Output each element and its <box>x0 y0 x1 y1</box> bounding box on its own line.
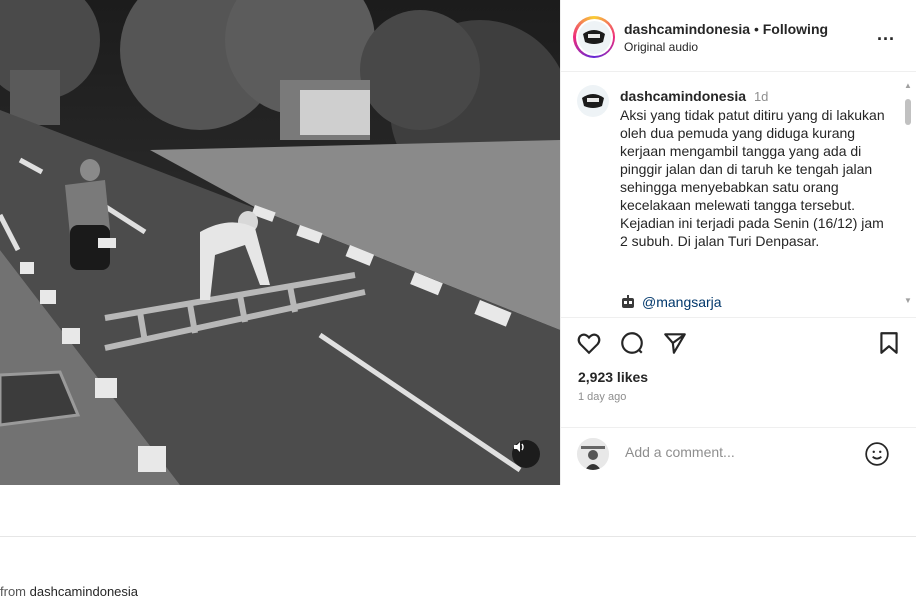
page-divider <box>0 536 916 537</box>
from-prefix: from <box>0 584 26 599</box>
likes-count[interactable]: 2,923 likes <box>578 369 648 385</box>
post-time: 1 day ago <box>578 391 627 403</box>
post-panel: dashcamindonesia • Following Original au… <box>560 0 916 485</box>
dashcam-logo-icon <box>582 94 604 108</box>
source-attribution: from dashcamindonesia <box>0 584 138 599</box>
scroll-thumb[interactable] <box>905 99 911 125</box>
header-separator: • <box>753 21 759 37</box>
scroll-up-arrow-icon[interactable]: ▲ <box>904 81 912 90</box>
caption-section: dashcamindonesia 1d Aksi yang tidak patu… <box>561 73 916 316</box>
video-frame <box>0 0 560 485</box>
story-ring[interactable] <box>573 16 615 58</box>
mention-link[interactable]: @mangsarja <box>642 294 722 310</box>
comment-icon[interactable] <box>619 330 645 356</box>
mute-button[interactable] <box>512 440 540 468</box>
dashcam-logo-icon <box>583 30 605 44</box>
post-header: dashcamindonesia • Following Original au… <box>561 0 916 72</box>
comment-box: Add a comment... <box>561 427 916 485</box>
speaker-icon <box>514 442 524 452</box>
heart-icon[interactable] <box>576 330 602 356</box>
caption-scrollbar[interactable]: ▲ ▼ <box>903 81 913 305</box>
caption-body: Aksi yang tidak patut ditiru yang di lak… <box>620 107 885 249</box>
header-username-text[interactable]: dashcamindonesia <box>624 21 750 37</box>
robot-icon <box>622 295 634 308</box>
emoji-icon[interactable] <box>864 441 890 467</box>
action-bar: 2,923 likes 1 day ago <box>561 317 916 437</box>
video-player[interactable] <box>0 0 560 485</box>
avatar <box>577 20 611 54</box>
from-username[interactable]: dashcamindonesia <box>30 584 138 599</box>
more-options-button[interactable]: ... <box>877 24 895 45</box>
mention-row[interactable]: @mangsarja <box>620 294 722 310</box>
original-audio-link[interactable]: Original audio <box>624 40 698 54</box>
caption-username[interactable]: dashcamindonesia <box>620 88 746 104</box>
bookmark-icon[interactable] <box>876 330 902 356</box>
follow-status[interactable]: Following <box>763 21 828 37</box>
send-icon[interactable] <box>662 330 688 356</box>
caption-text-block: dashcamindonesia 1d Aksi yang tidak patu… <box>620 87 892 250</box>
user-avatar-image <box>577 438 609 470</box>
current-user-avatar <box>577 438 609 470</box>
comment-input[interactable]: Add a comment... <box>625 444 735 460</box>
caption-time: 1d <box>753 89 769 104</box>
scroll-down-arrow-icon[interactable]: ▼ <box>904 296 912 305</box>
caption-avatar[interactable] <box>577 85 609 117</box>
header-username[interactable]: dashcamindonesia • Following <box>624 21 828 37</box>
